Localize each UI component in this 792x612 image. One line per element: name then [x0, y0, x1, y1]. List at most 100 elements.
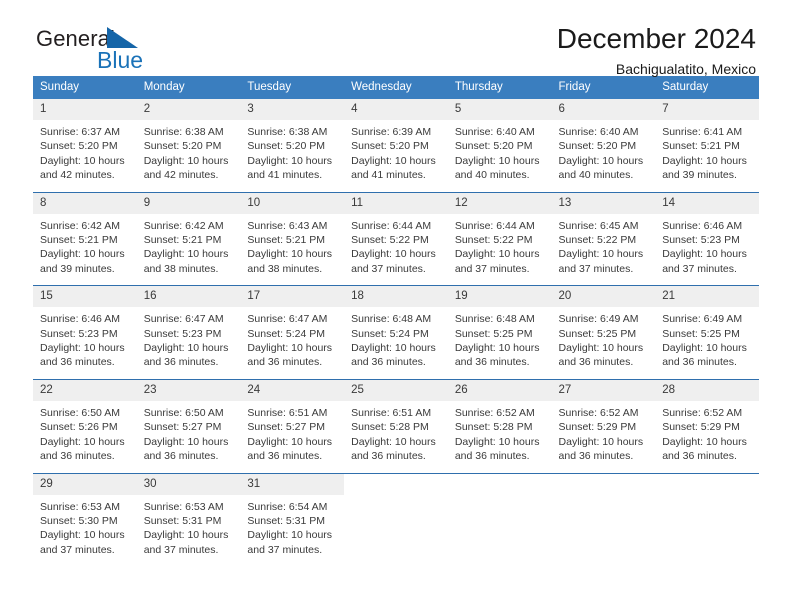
day-details: Sunrise: 6:42 AM Sunset: 5:21 PM Daylight:…: [137, 214, 241, 286]
sunrise-text: Sunrise: 6:44 AM: [351, 219, 432, 232]
daylight-text: Daylight: 10 hours and 36 minutes.: [558, 342, 644, 369]
calendar-day-cell[interactable]: 19 Sunrise: 6:48 AM Sunset: 5:25 PM Dayligh…: [447, 285, 552, 380]
calendar-day-cell[interactable]: 28 Sunrise: 6:52 AM Sunset: 5:29 PM Dayligh…: [655, 378, 759, 473]
sunrise-text: Sunrise: 6:50 AM: [40, 406, 120, 419]
calendar-week-row: 8 Sunrise: 6:42 AM Sunset: 5:21 PM Daylight…: [33, 191, 759, 286]
calendar-day-cell[interactable]: 5 Sunrise: 6:40 AM Sunset: 5:20 PM Daylight…: [447, 99, 552, 193]
sunrise-text: Sunrise: 6:42 AM: [143, 219, 224, 232]
calendar-week-row: 15 Sunrise: 6:46 AM Sunset: 5:23 PM Dayligh…: [33, 285, 759, 380]
calendar-day-cell[interactable]: 22 Sunrise: 6:50 AM Sunset: 5:26 PM Dayligh…: [33, 378, 137, 473]
day-number: 13: [551, 192, 656, 214]
calendar-day-cell[interactable]: 6 Sunrise: 6:40 AM Sunset: 5:20 PM Daylight…: [551, 99, 656, 193]
calendar-day-cell[interactable]: 18 Sunrise: 6:48 AM Sunset: 5:24 PM Dayligh…: [344, 285, 448, 380]
calendar-day-cell[interactable]: 17 Sunrise: 6:47 AM Sunset: 5:24 PM Dayligh…: [240, 285, 345, 380]
sunset-text: Sunset: 5:21 PM: [143, 234, 222, 247]
calendar-day-cell[interactable]: 24 Sunrise: 6:51 AM Sunset: 5:27 PM Dayligh…: [240, 378, 345, 473]
sunrise-text: Sunrise: 6:41 AM: [662, 126, 743, 138]
calendar-day-cell[interactable]: 9 Sunrise: 6:42 AM Sunset: 5:21 PM Daylight…: [136, 191, 241, 286]
calendar-day-cell-empty: [655, 472, 759, 567]
daylight-text: Daylight: 10 hours and 36 minutes.: [40, 435, 125, 463]
day-number: 9: [136, 192, 241, 214]
day-details: Sunrise: 6:52 AM Sunset: 5:29 PM Daylight:…: [655, 401, 759, 473]
day-number: 31: [240, 473, 345, 495]
calendar-day-cell[interactable]: 4 Sunrise: 6:39 AM Sunset: 5:20 PM Daylight…: [344, 99, 448, 193]
day-details: Sunrise: 6:37 AM Sunset: 5:20 PM Daylight:…: [33, 120, 137, 192]
sunrise-text: Sunrise: 6:54 AM: [247, 500, 328, 513]
day-number: 18: [344, 286, 448, 308]
sunrise-text: Sunrise: 6:43 AM: [247, 219, 328, 232]
day-number: [448, 474, 552, 495]
daylight-text: Daylight: 10 hours and 36 minutes.: [454, 435, 540, 463]
sunrise-text: Sunrise: 6:51 AM: [351, 406, 432, 419]
day-details: Sunrise: 6:47 AM Sunset: 5:24 PM Daylight:…: [240, 307, 344, 379]
sunrise-text: Sunrise: 6:48 AM: [351, 313, 432, 326]
day-number: 4: [344, 99, 448, 120]
sunset-text: Sunset: 5:31 PM: [143, 514, 222, 527]
day-details: Sunrise: 6:44 AM Sunset: 5:22 PM Daylight:…: [344, 214, 448, 286]
sunset-text: Sunset: 5:30 PM: [40, 514, 118, 527]
calendar-day-cell[interactable]: 3 Sunrise: 6:38 AM Sunset: 5:20 PM Daylight…: [240, 99, 345, 193]
calendar-day-cell[interactable]: 31 Sunrise: 6:54 AM Sunset: 5:31 PM Dayligh…: [240, 472, 345, 567]
day-number: 7: [655, 99, 759, 120]
sunrise-text: Sunrise: 6:52 AM: [662, 406, 743, 419]
day-details: Sunrise: 6:48 AM Sunset: 5:24 PM Daylight:…: [344, 307, 448, 379]
day-number: 22: [33, 379, 137, 401]
calendar-day-cell[interactable]: 16 Sunrise: 6:47 AM Sunset: 5:23 PM Dayligh…: [136, 285, 241, 380]
calendar-day-cell[interactable]: 15 Sunrise: 6:46 AM Sunset: 5:23 PM Dayligh…: [33, 285, 137, 380]
weekday-header-row: Sunday Monday Tuesday Wednesday Thursday…: [33, 76, 759, 99]
calendar-day-cell[interactable]: 23 Sunrise: 6:50 AM Sunset: 5:27 PM Dayligh…: [136, 378, 241, 473]
calendar-day-cell[interactable]: 12 Sunrise: 6:44 AM Sunset: 5:22 PM Dayligh…: [447, 191, 552, 286]
day-number: 29: [33, 473, 137, 495]
calendar-day-cell[interactable]: 10 Sunrise: 6:43 AM Sunset: 5:21 PM Dayligh…: [240, 191, 345, 286]
calendar-day-cell[interactable]: 27 Sunrise: 6:52 AM Sunset: 5:29 PM Dayligh…: [551, 378, 656, 473]
calendar-day-cell[interactable]: 26 Sunrise: 6:52 AM Sunset: 5:28 PM Dayligh…: [447, 378, 552, 473]
sunset-text: Sunset: 5:25 PM: [662, 327, 740, 340]
sunrise-text: Sunrise: 6:38 AM: [247, 126, 328, 138]
daylight-text: Daylight: 10 hours and 38 minutes.: [247, 248, 333, 275]
day-number: 21: [655, 286, 759, 308]
day-details: Sunrise: 6:40 AM Sunset: 5:20 PM Daylight:…: [552, 120, 656, 192]
page-header: General Blue December 2024 Bachigualatit…: [33, 0, 759, 77]
calendar-day-cell[interactable]: 1 Sunrise: 6:37 AM Sunset: 5:20 PM Daylight…: [33, 99, 137, 193]
daylight-text: Daylight: 10 hours and 41 minutes.: [351, 154, 436, 182]
page-title: December 2024: [556, 23, 756, 54]
calendar-day-cell[interactable]: 25 Sunrise: 6:51 AM Sunset: 5:28 PM Dayligh…: [344, 378, 448, 473]
day-number: 16: [136, 286, 241, 308]
calendar-day-cell[interactable]: 29 Sunrise: 6:53 AM Sunset: 5:30 PM Dayligh…: [33, 472, 137, 567]
daylight-text: Daylight: 10 hours and 36 minutes.: [40, 342, 125, 369]
sunrise-text: Sunrise: 6:45 AM: [558, 219, 639, 232]
calendar-day-cell[interactable]: 7 Sunrise: 6:41 AM Sunset: 5:21 PM Daylight…: [655, 99, 759, 193]
calendar-day-cell[interactable]: 14 Sunrise: 6:46 AM Sunset: 5:23 PM Dayligh…: [655, 191, 759, 286]
daylight-text: Daylight: 10 hours and 36 minutes.: [143, 342, 229, 369]
weekday-header-thursday: Thursday: [447, 76, 552, 99]
sunrise-text: Sunrise: 6:52 AM: [558, 406, 639, 419]
calendar-day-cell[interactable]: 8 Sunrise: 6:42 AM Sunset: 5:21 PM Daylight…: [33, 191, 137, 286]
calendar-day-cell-empty: [344, 472, 448, 567]
day-details: Sunrise: 6:53 AM Sunset: 5:30 PM Daylight:…: [33, 495, 137, 567]
day-number: 28: [655, 379, 759, 401]
day-number: 6: [551, 99, 656, 120]
sunset-text: Sunset: 5:27 PM: [143, 421, 222, 434]
calendar-day-cell[interactable]: 11 Sunrise: 6:44 AM Sunset: 5:22 PM Dayligh…: [344, 191, 448, 286]
daylight-text: Daylight: 10 hours and 37 minutes.: [662, 248, 747, 275]
calendar-day-cell[interactable]: 21 Sunrise: 6:49 AM Sunset: 5:25 PM Dayligh…: [655, 285, 759, 380]
day-number: 14: [655, 192, 759, 214]
sunset-text: Sunset: 5:21 PM: [40, 234, 118, 247]
daylight-text: Daylight: 10 hours and 36 minutes.: [247, 342, 333, 369]
sunrise-text: Sunrise: 6:46 AM: [40, 313, 120, 326]
daylight-text: Daylight: 10 hours and 36 minutes.: [247, 435, 333, 463]
weekday-header-sunday: Sunday: [33, 76, 137, 99]
day-number: [655, 474, 759, 495]
calendar-day-cell[interactable]: 30 Sunrise: 6:53 AM Sunset: 5:31 PM Dayligh…: [136, 472, 241, 567]
daylight-text: Daylight: 10 hours and 36 minutes.: [454, 342, 540, 369]
day-details: Sunrise: 6:53 AM Sunset: 5:31 PM Daylight:…: [137, 495, 241, 567]
day-number: 24: [240, 379, 345, 401]
calendar-day-cell[interactable]: 20 Sunrise: 6:49 AM Sunset: 5:25 PM Dayligh…: [551, 285, 656, 380]
day-number: 12: [447, 192, 552, 214]
calendar-day-cell[interactable]: 13 Sunrise: 6:45 AM Sunset: 5:22 PM Dayligh…: [551, 191, 656, 286]
calendar-day-cell[interactable]: 2 Sunrise: 6:38 AM Sunset: 5:20 PM Daylight…: [136, 99, 241, 193]
sunrise-text: Sunrise: 6:38 AM: [143, 126, 224, 138]
page-subtitle: Bachigualatito, Mexico: [615, 61, 756, 77]
day-number: 3: [240, 99, 345, 120]
daylight-text: Daylight: 10 hours and 39 minutes.: [662, 154, 747, 182]
